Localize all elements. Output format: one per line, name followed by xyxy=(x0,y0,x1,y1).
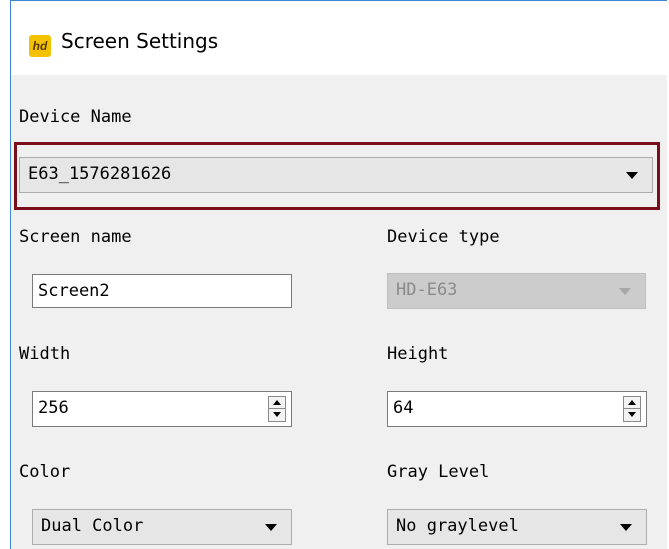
decrement-icon[interactable] xyxy=(269,409,285,421)
window-title: Screen Settings xyxy=(61,29,219,53)
color-label: Color xyxy=(19,462,71,482)
screen-settings-window: hd Screen Settings Device Name E63_15762… xyxy=(10,0,667,549)
gray-level-value: No graylevel xyxy=(396,516,519,536)
height-label: Height xyxy=(387,344,449,364)
height-spinbox[interactable]: 64 xyxy=(387,391,647,427)
title-bar: hd Screen Settings xyxy=(11,1,667,75)
height-stepper[interactable] xyxy=(623,396,641,422)
device-name-value: E63_1576281626 xyxy=(28,164,172,184)
screen-name-label: Screen name xyxy=(19,227,132,247)
color-dropdown[interactable]: Dual Color xyxy=(32,509,292,545)
gray-level-dropdown[interactable]: No graylevel xyxy=(387,509,647,545)
app-logo-icon: hd xyxy=(29,35,51,57)
gray-level-label: Gray Level xyxy=(387,462,490,482)
device-name-dropdown[interactable]: E63_1576281626 xyxy=(19,157,653,193)
width-value: 256 xyxy=(38,398,69,418)
chevron-down-icon[interactable] xyxy=(626,172,638,179)
increment-icon[interactable] xyxy=(269,397,285,409)
device-name-label: Device Name xyxy=(19,107,132,127)
device-type-dropdown: HD-E63 xyxy=(387,273,646,309)
chevron-down-icon[interactable] xyxy=(620,524,632,531)
color-value: Dual Color xyxy=(41,516,144,536)
height-value: 64 xyxy=(393,398,414,418)
device-type-label: Device type xyxy=(387,227,500,247)
increment-icon[interactable] xyxy=(624,397,640,409)
width-label: Width xyxy=(19,344,71,364)
chevron-down-icon xyxy=(619,288,631,295)
chevron-down-icon[interactable] xyxy=(265,524,277,531)
decrement-icon[interactable] xyxy=(624,409,640,421)
width-stepper[interactable] xyxy=(268,396,286,422)
device-type-value: HD-E63 xyxy=(396,280,458,300)
width-spinbox[interactable]: 256 xyxy=(32,391,292,427)
screen-name-input[interactable]: Screen2 xyxy=(32,274,292,308)
